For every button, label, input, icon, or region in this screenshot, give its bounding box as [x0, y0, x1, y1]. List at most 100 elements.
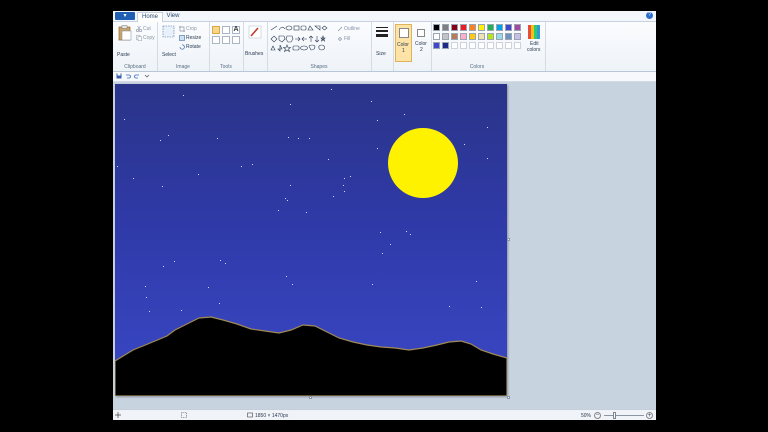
palette-swatch[interactable]	[442, 33, 449, 40]
save-icon[interactable]	[116, 73, 122, 79]
brush-icon[interactable]	[248, 25, 262, 39]
zoom-out-button[interactable]: −	[594, 412, 601, 419]
fill-button[interactable]: Fill	[344, 36, 350, 42]
cut-icon	[136, 26, 142, 32]
clipboard-group-label: Clipboard	[124, 64, 146, 70]
canvas-workspace	[113, 82, 656, 409]
palette-swatch[interactable]	[451, 42, 458, 49]
edit-colors-label-2[interactable]: colors	[527, 47, 540, 53]
palette-swatch[interactable]	[478, 33, 485, 40]
tools-group: A Tools	[209, 22, 244, 71]
tab-home[interactable]: Home	[137, 12, 163, 22]
cursor-position-icon	[115, 412, 121, 418]
colors-group: Colors	[431, 22, 523, 71]
palette-swatch[interactable]	[469, 33, 476, 40]
resize-button[interactable]: Resize	[186, 35, 201, 41]
magnifier-tool-icon[interactable]	[232, 36, 240, 44]
resize-icon	[179, 35, 185, 41]
color2-number: 2	[420, 47, 423, 53]
palette-swatch[interactable]	[478, 24, 485, 31]
image-group: Select Crop Resize Rotate Image	[157, 22, 210, 71]
paste-button[interactable]: Paste	[117, 52, 130, 58]
outline-button[interactable]: Outline	[344, 26, 360, 32]
edit-colors-group: Edit colors	[523, 22, 546, 71]
crop-button[interactable]: Crop	[186, 26, 197, 32]
canvas-resize-handle-corner[interactable]	[507, 396, 510, 399]
palette-swatch[interactable]	[433, 24, 440, 31]
palette-swatch[interactable]	[442, 24, 449, 31]
canvas-resize-handle-right[interactable]	[507, 238, 510, 241]
palette-swatch[interactable]	[469, 24, 476, 31]
selection-size-icon	[181, 412, 187, 418]
palette-swatch[interactable]	[451, 24, 458, 31]
color-picker-tool-icon[interactable]	[222, 36, 230, 44]
image-size-icon	[247, 412, 253, 418]
palette-swatch[interactable]	[496, 33, 503, 40]
eraser-tool-icon[interactable]	[212, 36, 220, 44]
shapes-group: Outline Fill Shapes	[267, 22, 372, 71]
ribbon: Paste Cut Copy Clipboard Select Crop Res…	[113, 22, 656, 72]
outline-icon	[337, 26, 343, 32]
palette-swatch[interactable]	[505, 33, 512, 40]
zoom-slider-thumb[interactable]	[613, 412, 616, 419]
palette-swatch[interactable]	[505, 42, 512, 49]
rotate-button[interactable]: Rotate	[186, 44, 201, 50]
select-icon[interactable]	[162, 25, 175, 38]
copy-button[interactable]: Copy	[143, 35, 155, 41]
palette-swatch[interactable]	[451, 33, 458, 40]
color2-button[interactable]: Color 2	[414, 24, 430, 62]
clipboard-group: Paste Cut Copy Clipboard	[113, 22, 158, 71]
brushes-group: Brushes	[243, 22, 268, 71]
palette-swatch[interactable]	[460, 24, 467, 31]
file-menu-button[interactable]: ▾	[115, 12, 135, 20]
size-button[interactable]: Size	[376, 51, 386, 57]
palette-swatch[interactable]	[496, 42, 503, 49]
palette-swatch[interactable]	[496, 24, 503, 31]
palette-swatch[interactable]	[469, 42, 476, 49]
palette-swatch[interactable]	[514, 42, 521, 49]
brushes-button[interactable]: Brushes	[245, 51, 263, 57]
palette-swatch[interactable]	[478, 42, 485, 49]
canvas-resize-handle-bottom[interactable]	[309, 396, 312, 399]
customize-chevron-down-icon[interactable]	[144, 73, 150, 79]
palette-swatch[interactable]	[514, 24, 521, 31]
zoom-level: 50%	[581, 413, 592, 419]
text-tool-icon[interactable]: A	[232, 26, 240, 34]
tab-view[interactable]: View	[163, 12, 183, 21]
redo-icon[interactable]	[134, 73, 140, 79]
palette-swatch[interactable]	[487, 42, 494, 49]
palette-swatch[interactable]	[487, 24, 494, 31]
palette-swatch[interactable]	[505, 24, 512, 31]
palette-swatch[interactable]	[460, 33, 467, 40]
undo-icon[interactable]	[125, 73, 131, 79]
painting-svg	[115, 128, 507, 396]
palette-swatch[interactable]	[487, 33, 494, 40]
fill-icon	[337, 36, 343, 42]
palette-swatch[interactable]	[460, 42, 467, 49]
zoom-slider-track[interactable]	[604, 415, 644, 416]
palette-swatch[interactable]	[514, 33, 521, 40]
edit-colors-icon[interactable]	[528, 25, 540, 39]
drawing-canvas[interactable]	[115, 84, 507, 396]
copy-icon	[136, 35, 142, 41]
cut-button[interactable]: Cut	[143, 26, 151, 32]
color1-button[interactable]: Color 1	[395, 24, 412, 62]
paste-icon[interactable]	[118, 25, 132, 41]
color1-number: 1	[402, 48, 405, 54]
help-icon[interactable]: ?	[646, 12, 653, 19]
image-dimensions: 1850 × 1470px	[255, 413, 289, 419]
ribbon-tab-bar: ▾ Home View ?	[113, 11, 656, 22]
palette-swatch[interactable]	[433, 42, 440, 49]
image-group-label: Image	[176, 64, 190, 70]
moon-shape	[388, 128, 458, 198]
shapes-gallery[interactable]	[270, 25, 334, 53]
pencil-tool-icon[interactable]	[212, 26, 220, 34]
zoom-in-button[interactable]: +	[646, 412, 653, 419]
palette-swatch[interactable]	[433, 33, 440, 40]
colors-group-label: Colors	[469, 64, 485, 70]
rotate-icon	[179, 44, 185, 50]
size-icon[interactable]	[375, 26, 389, 40]
palette-swatch[interactable]	[442, 42, 449, 49]
select-button[interactable]: Select	[162, 52, 176, 58]
fill-tool-icon[interactable]	[222, 26, 230, 34]
